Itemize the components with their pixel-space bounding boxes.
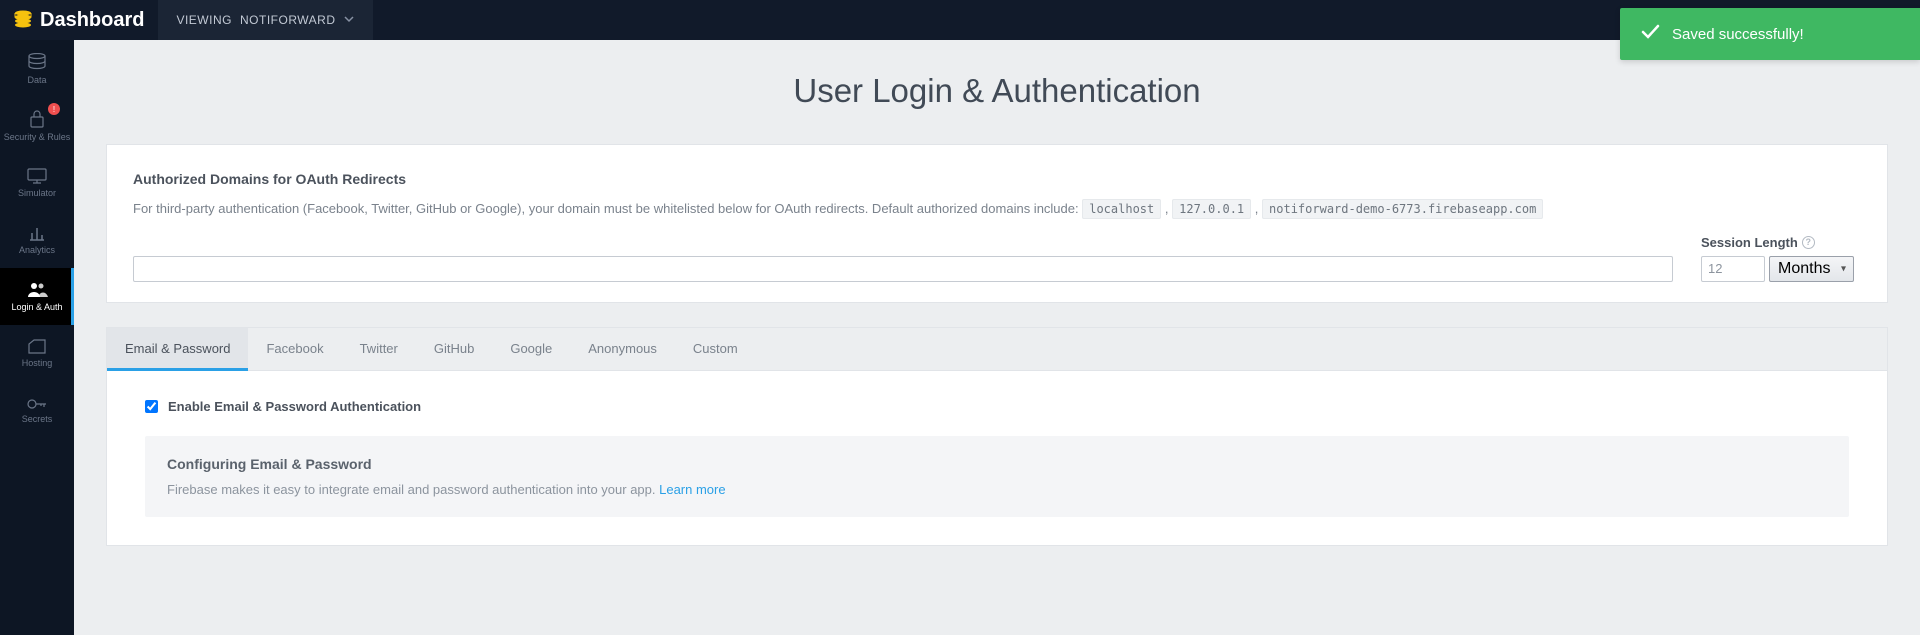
database-stack-icon — [14, 10, 32, 30]
sidebar-item-label: Simulator — [18, 188, 56, 198]
tab-google[interactable]: Google — [492, 328, 570, 370]
session-length-input[interactable] — [1701, 256, 1765, 282]
brand[interactable]: Dashboard — [0, 0, 158, 40]
tab-label: GitHub — [434, 341, 474, 356]
code-localhost: localhost — [1082, 199, 1161, 219]
page-title: User Login & Authentication — [74, 72, 1920, 110]
sidebar-item-label: Security & Rules — [4, 132, 71, 142]
tab-custom[interactable]: Custom — [675, 328, 756, 370]
enable-email-password-row[interactable]: Enable Email & Password Authentication — [145, 399, 1849, 414]
alert-badge: ! — [48, 103, 60, 115]
sidebar-item-label: Login & Auth — [11, 302, 62, 312]
desc-text: For third-party authentication (Facebook… — [133, 201, 1082, 216]
tab-facebook[interactable]: Facebook — [248, 328, 341, 370]
authorized-domains-panel: Authorized Domains for OAuth Redirects F… — [106, 144, 1888, 303]
sidebar-item-label: Analytics — [19, 245, 55, 255]
tab-twitter[interactable]: Twitter — [342, 328, 416, 370]
enable-label: Enable Email & Password Authentication — [168, 399, 421, 414]
tab-anonymous[interactable]: Anonymous — [570, 328, 675, 370]
authorized-domain-input[interactable] — [133, 256, 1673, 282]
config-desc-text: Firebase makes it easy to integrate emai… — [167, 482, 659, 497]
toast-message: Saved successfully! — [1672, 26, 1804, 43]
check-icon — [1640, 22, 1660, 46]
tab-body: Enable Email & Password Authentication C… — [107, 371, 1887, 545]
authorized-domains-desc: For third-party authentication (Facebook… — [133, 197, 1861, 221]
sidebar-item-label: Hosting — [22, 358, 53, 368]
session-length-unit-select[interactable]: Months — [1769, 256, 1854, 282]
sidebar-item-hosting[interactable]: Hosting — [0, 325, 74, 382]
sidebar-item-security[interactable]: ! Security & Rules — [0, 97, 74, 154]
tabs-bar: Email & Password Facebook Twitter GitHub… — [107, 327, 1887, 371]
auth-providers-panel: Email & Password Facebook Twitter GitHub… — [106, 327, 1888, 546]
main-content: User Login & Authentication Authorized D… — [74, 40, 1920, 635]
session-length-text: Session Length — [1701, 235, 1798, 250]
help-icon[interactable]: ? — [1802, 236, 1815, 249]
sidebar-item-analytics[interactable]: Analytics — [0, 211, 74, 268]
config-desc: Firebase makes it easy to integrate emai… — [167, 482, 1827, 497]
tab-label: Twitter — [360, 341, 398, 356]
config-box: Configuring Email & Password Firebase ma… — [145, 436, 1849, 517]
separator: , — [1255, 201, 1262, 216]
authorized-domains-title: Authorized Domains for OAuth Redirects — [133, 171, 1861, 187]
config-title: Configuring Email & Password — [167, 456, 1827, 472]
project-switcher[interactable]: VIEWING NOTIFORWARD — [158, 0, 373, 40]
enable-email-password-checkbox[interactable] — [145, 400, 158, 413]
sidebar-item-simulator[interactable]: Simulator — [0, 154, 74, 211]
viewing-prefix: VIEWING — [176, 13, 232, 27]
sidebar: Data ! Security & Rules Simulator Analyt… — [0, 40, 74, 635]
tab-label: Custom — [693, 341, 738, 356]
sidebar-item-label: Secrets — [22, 414, 53, 424]
brand-label: Dashboard — [40, 9, 144, 32]
tab-label: Facebook — [266, 341, 323, 356]
sidebar-item-label: Data — [27, 75, 46, 85]
tab-label: Google — [510, 341, 552, 356]
sidebar-item-data[interactable]: Data — [0, 40, 74, 97]
tab-email-password[interactable]: Email & Password — [107, 328, 248, 370]
tab-label: Anonymous — [588, 341, 657, 356]
code-firebaseapp: notiforward-demo-6773.firebaseapp.com — [1262, 199, 1543, 219]
learn-more-link[interactable]: Learn more — [659, 482, 725, 497]
chevron-down-icon — [343, 13, 355, 27]
success-toast: Saved successfully! — [1620, 8, 1920, 60]
session-length-block: Session Length ? Months — [1701, 235, 1861, 282]
code-loopback: 127.0.0.1 — [1172, 199, 1251, 219]
sidebar-item-secrets[interactable]: Secrets — [0, 382, 74, 439]
tab-label: Email & Password — [125, 341, 230, 356]
viewing-project: NOTIFORWARD — [240, 13, 336, 27]
session-length-label: Session Length ? — [1701, 235, 1861, 250]
tab-github[interactable]: GitHub — [416, 328, 492, 370]
sidebar-item-login-auth[interactable]: Login & Auth — [0, 268, 74, 325]
